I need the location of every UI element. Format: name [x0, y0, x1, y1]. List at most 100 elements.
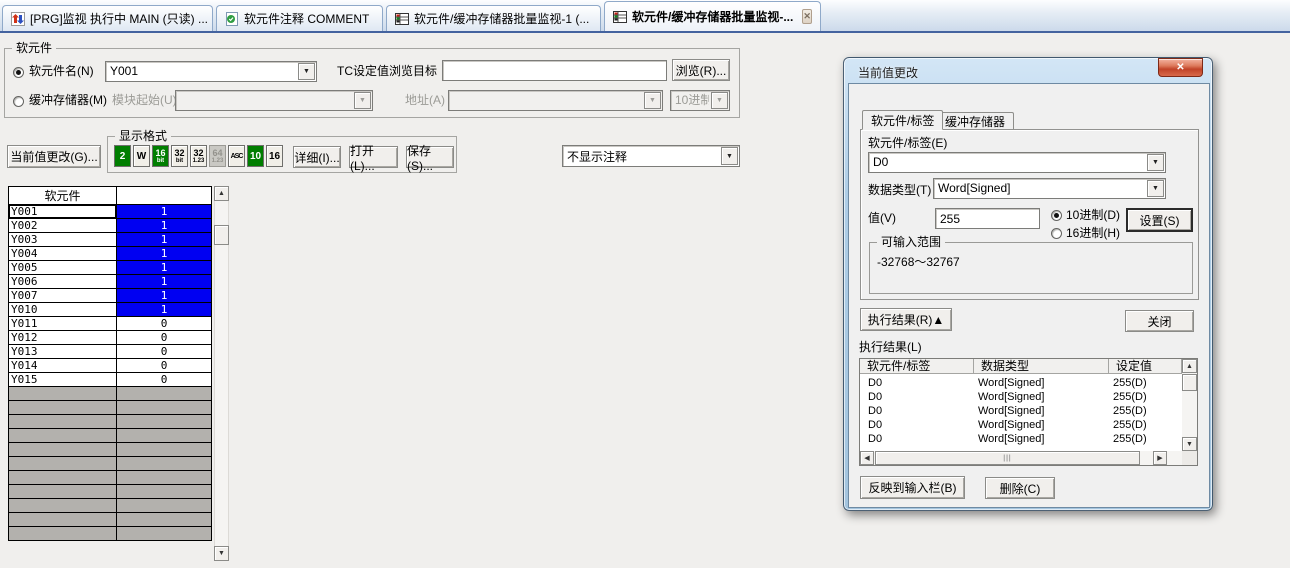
- device-label: 软元件/标签(E): [868, 136, 947, 150]
- scroll-left-icon[interactable]: ◀: [860, 451, 874, 465]
- open-button[interactable]: 打开(L)...: [349, 146, 398, 168]
- change-current-value-button[interactable]: 当前值更改(G)...: [7, 145, 101, 168]
- browse-button[interactable]: 浏览(R)...: [672, 59, 730, 81]
- scroll-down-icon[interactable]: ▼: [214, 546, 229, 561]
- format-word-button[interactable]: W: [133, 145, 150, 167]
- display-format-group: 显示格式 2 W 16bit 32bit 321.23 641.23 ASC 1…: [107, 136, 457, 173]
- scroll-right-icon[interactable]: ▶: [1153, 451, 1167, 465]
- table-row: Y0120: [9, 331, 212, 345]
- device-name-combo[interactable]: Y001 ▼: [105, 61, 317, 82]
- comment-display-combo[interactable]: 不显示注释 ▼: [562, 145, 740, 167]
- table-row: Y0021: [9, 219, 212, 233]
- device-cell[interactable]: Y006: [9, 275, 117, 289]
- decimal-radio[interactable]: [1051, 210, 1062, 221]
- empty-row: [9, 499, 212, 513]
- device-cell[interactable]: Y001: [9, 205, 117, 219]
- format-32bit-button[interactable]: 32bit: [171, 145, 188, 167]
- device-name-radio-label[interactable]: 软元件名(N): [29, 64, 94, 78]
- scrollbar-thumb[interactable]: [214, 225, 229, 245]
- value-cell[interactable]: 1: [117, 303, 212, 317]
- device-cell[interactable]: Y002: [9, 219, 117, 233]
- table-row: Y0150: [9, 373, 212, 387]
- format-32real-button[interactable]: 321.23: [190, 145, 207, 167]
- tab-prg-monitor[interactable]: [PRG]监视 执行中 MAIN (只读) ...: [2, 5, 213, 31]
- tab-batch-monitor-1[interactable]: 软元件/缓冲存储器批量监视-1 (...: [386, 5, 601, 31]
- device-cell[interactable]: Y013: [9, 345, 117, 359]
- value-cell[interactable]: 0: [117, 373, 212, 387]
- value-cell[interactable]: 1: [117, 205, 212, 219]
- tab-device-comment[interactable]: 软元件注释 COMMENT: [216, 5, 383, 31]
- value-cell[interactable]: 1: [117, 275, 212, 289]
- device-cell[interactable]: Y005: [9, 261, 117, 275]
- input-range-label: 可输入范围: [877, 235, 945, 249]
- batch-monitor-icon: [613, 10, 627, 24]
- hex-radio[interactable]: [1051, 228, 1062, 239]
- result-value: 255(D): [1113, 390, 1147, 404]
- module-start-label: 模块起始(U): [112, 93, 177, 107]
- format-hex-button[interactable]: 16: [266, 145, 283, 167]
- value-cell[interactable]: 0: [117, 317, 212, 331]
- hex-radio-label[interactable]: 16进制(H): [1066, 226, 1120, 240]
- chevron-down-icon[interactable]: ▼: [721, 147, 738, 165]
- scrollbar-thumb[interactable]: |||: [875, 451, 1140, 465]
- set-button[interactable]: 设置(S): [1126, 208, 1193, 232]
- scrollbar-thumb[interactable]: [1182, 374, 1197, 391]
- device-cell[interactable]: Y003: [9, 233, 117, 247]
- result-header-device[interactable]: 软元件/标签: [860, 359, 974, 374]
- device-cell[interactable]: Y015: [9, 373, 117, 387]
- format-ascii-button[interactable]: ASC: [228, 145, 245, 167]
- chevron-down-icon: ▼: [711, 92, 728, 109]
- empty-row: [9, 429, 212, 443]
- format-16bit-button[interactable]: 16bit: [152, 145, 169, 167]
- result-header-value[interactable]: 设定值: [1109, 359, 1182, 374]
- device-cell[interactable]: Y011: [9, 317, 117, 331]
- tab-close-icon[interactable]: ✕: [802, 9, 812, 24]
- value-cell[interactable]: 0: [117, 331, 212, 345]
- save-button[interactable]: 保存(S)...: [406, 146, 454, 168]
- reflect-to-input-button[interactable]: 反映到输入栏(B): [860, 476, 965, 499]
- delete-button[interactable]: 删除(C): [985, 477, 1055, 499]
- device-combo[interactable]: D0 ▼: [868, 152, 1166, 173]
- device-cell[interactable]: Y007: [9, 289, 117, 303]
- value-cell[interactable]: 1: [117, 219, 212, 233]
- device-cell[interactable]: Y004: [9, 247, 117, 261]
- scroll-up-icon[interactable]: ▲: [214, 186, 229, 201]
- format-64real-button: 641.23: [209, 145, 226, 167]
- value-cell[interactable]: 1: [117, 261, 212, 275]
- value-cell[interactable]: 0: [117, 359, 212, 373]
- device-cell[interactable]: Y014: [9, 359, 117, 373]
- tab-buffer-memory[interactable]: 缓冲存储器: [936, 112, 1014, 130]
- result-header-type[interactable]: 数据类型: [974, 359, 1109, 374]
- tc-target-input[interactable]: [442, 60, 667, 81]
- datatype-combo[interactable]: Word[Signed] ▼: [933, 178, 1166, 199]
- value-cell[interactable]: 1: [117, 247, 212, 261]
- value-cell[interactable]: 1: [117, 289, 212, 303]
- value-cell[interactable]: 1: [117, 233, 212, 247]
- tab-device-label[interactable]: 软元件/标签: [862, 110, 943, 130]
- close-button[interactable]: 关闭: [1125, 310, 1194, 332]
- buffer-memory-radio[interactable]: [13, 96, 24, 107]
- chevron-down-icon[interactable]: ▼: [1147, 180, 1164, 197]
- chevron-down-icon[interactable]: ▼: [1147, 154, 1164, 171]
- result-value: 255(D): [1113, 418, 1147, 432]
- format-bin-button[interactable]: 2: [114, 145, 131, 167]
- exec-result-toggle-button[interactable]: 执行结果(R)▲: [860, 308, 952, 331]
- value-cell[interactable]: 0: [117, 345, 212, 359]
- scroll-up-icon[interactable]: ▲: [1182, 359, 1197, 373]
- tab-label: 软元件/缓冲存储器批量监视-1 (...: [414, 10, 589, 27]
- decimal-radio-label[interactable]: 10进制(D): [1066, 208, 1120, 222]
- format-dec-button[interactable]: 10: [247, 145, 264, 167]
- empty-row: [9, 415, 212, 429]
- buffer-memory-radio-label[interactable]: 缓冲存储器(M): [29, 93, 107, 107]
- tab-batch-monitor-2[interactable]: 软元件/缓冲存储器批量监视-... ✕: [604, 1, 821, 31]
- chevron-down-icon[interactable]: ▼: [298, 63, 315, 80]
- dialog-close-icon[interactable]: ✕: [1158, 58, 1203, 77]
- table-row: Y0041: [9, 247, 212, 261]
- device-cell[interactable]: Y010: [9, 303, 117, 317]
- device-name-radio[interactable]: [13, 67, 24, 78]
- device-cell[interactable]: Y012: [9, 331, 117, 345]
- scroll-down-icon[interactable]: ▼: [1182, 437, 1197, 451]
- value-input[interactable]: [935, 208, 1040, 229]
- device-column-header: 软元件: [9, 187, 117, 205]
- detail-button[interactable]: 详细(I)...: [293, 146, 341, 168]
